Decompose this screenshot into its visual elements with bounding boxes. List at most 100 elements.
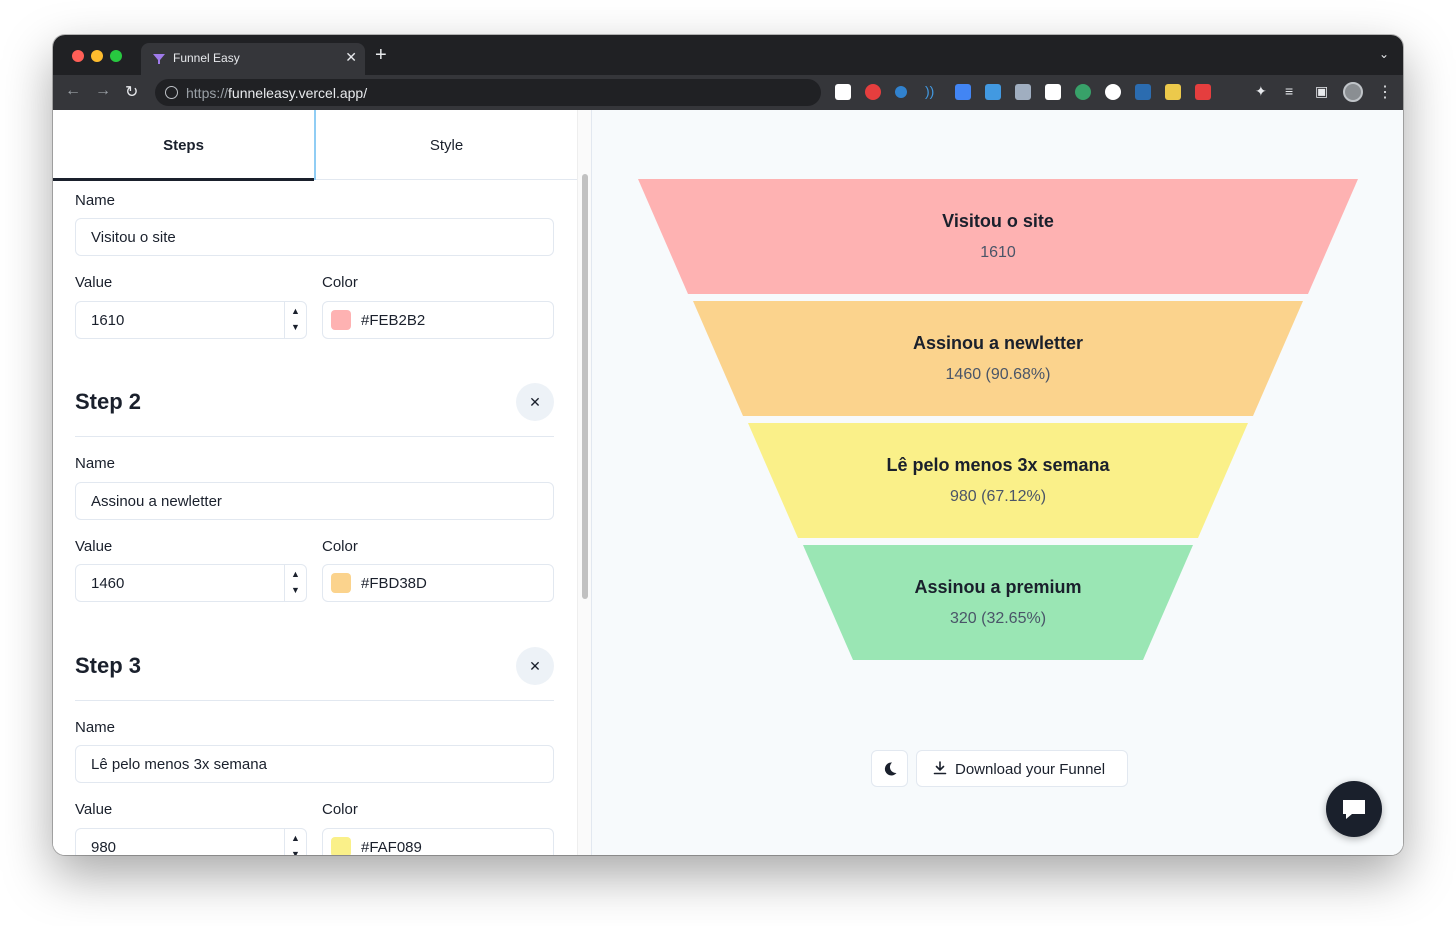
funnel-segment-label: Visitou o site: [942, 211, 1054, 231]
name-label: Name: [75, 719, 116, 736]
extension-download-icon[interactable]: [985, 84, 1001, 100]
decrement-icon[interactable]: ▼: [291, 585, 300, 595]
extension-flag-icon[interactable]: [1135, 84, 1151, 100]
color-swatch[interactable]: [331, 837, 351, 855]
editor-scrollbar[interactable]: [577, 110, 591, 855]
increment-icon[interactable]: ▲: [291, 569, 300, 579]
close-tab-icon[interactable]: ✕: [345, 49, 357, 66]
step-1-value: 1610: [91, 312, 125, 329]
funnel-segment-label: Lê pelo menos 3x semana: [886, 455, 1110, 475]
new-tab-icon[interactable]: +: [375, 45, 387, 65]
download-funnel-button[interactable]: Download your Funnel: [916, 750, 1128, 787]
value-label: Value: [75, 801, 113, 818]
name-label: Name: [75, 455, 116, 472]
extension-sound-icon[interactable]: )): [925, 83, 934, 99]
step-1-color-input[interactable]: #FEB2B2: [322, 301, 554, 339]
step-2-name-value: Assinou a newletter: [91, 493, 222, 510]
value-label: Value: [75, 274, 113, 291]
funnel-segment-value: 320 (32.65%): [950, 610, 1046, 627]
color-swatch[interactable]: [331, 573, 351, 593]
chat-button[interactable]: [1326, 781, 1382, 837]
funnel-segment-label: Assinou a premium: [914, 577, 1081, 597]
step-3-value-input[interactable]: 980 ▲ ▼: [75, 828, 307, 855]
maximize-window-button[interactable]: [110, 50, 122, 62]
funnel-favicon-icon: [153, 54, 165, 64]
value-stepper[interactable]: ▲ ▼: [284, 302, 306, 338]
step-2-value-input[interactable]: 1460 ▲ ▼: [75, 564, 307, 602]
increment-icon[interactable]: ▲: [291, 306, 300, 316]
reading-list-icon[interactable]: ≡: [1285, 83, 1293, 99]
dark-mode-button[interactable]: [871, 750, 908, 787]
funnel-segment-value: 1460 (90.68%): [946, 366, 1051, 383]
funnel-segment-value: 1610: [980, 244, 1016, 261]
step-2-color-input[interactable]: #FBD38D: [322, 564, 554, 602]
divider: [75, 700, 554, 701]
extension-edit-icon[interactable]: [1045, 84, 1061, 100]
extension-r-yellow-icon[interactable]: [1165, 84, 1181, 100]
extension-a-icon[interactable]: [1105, 84, 1121, 100]
value-stepper[interactable]: ▲ ▼: [284, 565, 306, 601]
moon-icon: [884, 761, 896, 775]
step-3-heading: Step 3: [75, 653, 142, 678]
extension-play-icon[interactable]: [1195, 84, 1211, 100]
scrollbar-thumb[interactable]: [582, 174, 588, 599]
tab-steps[interactable]: Steps: [53, 110, 316, 181]
address-bar[interactable]: https://funneleasy.vercel.app/: [155, 79, 821, 106]
funnel-segment: [748, 423, 1248, 538]
profile-avatar[interactable]: [1343, 82, 1363, 102]
funnel-segment: [803, 545, 1193, 660]
close-icon: ✕: [529, 393, 541, 410]
extension-grammarly-icon[interactable]: [1075, 84, 1091, 100]
reload-icon[interactable]: ↻: [125, 82, 138, 102]
url-text: https://funneleasy.vercel.app/: [186, 85, 367, 101]
close-window-button[interactable]: [72, 50, 84, 62]
step-3-name-value: Lê pelo menos 3x semana: [91, 756, 267, 773]
extension-diamond-icon[interactable]: [895, 86, 907, 98]
browser-tab[interactable]: Funnel Easy ✕: [141, 43, 365, 75]
step-2-name-input[interactable]: Assinou a newletter: [75, 482, 554, 520]
url-prefix: https://: [186, 85, 229, 101]
color-label: Color: [322, 274, 358, 291]
minimize-window-button[interactable]: [91, 50, 103, 62]
name-label: Name: [75, 192, 116, 209]
tab-style[interactable]: Style: [316, 110, 577, 180]
extension-translate-icon[interactable]: [955, 84, 971, 100]
color-swatch[interactable]: [331, 310, 351, 330]
step-1-color-value: #FEB2B2: [361, 312, 426, 329]
color-label: Color: [322, 538, 358, 555]
remove-step-3-button[interactable]: ✕: [516, 647, 554, 685]
site-info-icon[interactable]: [165, 86, 178, 99]
increment-icon[interactable]: ▲: [291, 833, 300, 843]
step-1-name-input[interactable]: Visitou o site: [75, 218, 554, 256]
step-2-color-value: #FBD38D: [361, 575, 427, 592]
browser-window: Funnel Easy ✕ + ⌄ ← → ↻ https://funnelea…: [53, 35, 1403, 855]
step-3-value: 980: [91, 839, 117, 855]
color-label: Color: [322, 801, 358, 818]
editor-panel: Steps Style Name Visitou o site Value Co…: [53, 110, 591, 855]
url-host: funneleasy.vercel.app/: [228, 85, 368, 101]
decrement-icon[interactable]: ▼: [291, 322, 300, 332]
extensions-puzzle-icon[interactable]: ✦: [1255, 83, 1267, 100]
step-2-heading: Step 2: [75, 389, 142, 414]
funnel-segment: [638, 179, 1358, 294]
funnel-segment-label: Assinou a newletter: [913, 333, 1083, 353]
extension-pokeball-icon[interactable]: [865, 84, 881, 100]
forward-icon[interactable]: →: [95, 82, 111, 100]
back-icon[interactable]: ←: [65, 82, 81, 100]
funnel-preview: Visitou o site 1610 Assinou a newletter 146…: [591, 110, 1403, 855]
remove-step-2-button[interactable]: ✕: [516, 383, 554, 421]
value-stepper[interactable]: ▲ ▼: [284, 829, 306, 855]
step-3-name-input[interactable]: Lê pelo menos 3x semana: [75, 745, 554, 783]
tab-search-chevron-icon[interactable]: ⌄: [1379, 47, 1389, 61]
tab-strip: Funnel Easy ✕ + ⌄: [53, 35, 1403, 75]
side-panel-icon[interactable]: ▣: [1315, 83, 1328, 100]
step-3-color-input[interactable]: #FAF089: [322, 828, 554, 855]
extension-r-icon[interactable]: [835, 84, 851, 100]
editor-tabs: Steps Style: [53, 110, 577, 181]
extension-m-icon[interactable]: [1015, 84, 1031, 100]
step-2-value: 1460: [91, 575, 125, 592]
decrement-icon[interactable]: ▼: [291, 849, 300, 855]
browser-menu-icon[interactable]: ⋮: [1377, 82, 1393, 102]
divider: [75, 436, 554, 437]
step-1-value-input[interactable]: 1610 ▲ ▼: [75, 301, 307, 339]
